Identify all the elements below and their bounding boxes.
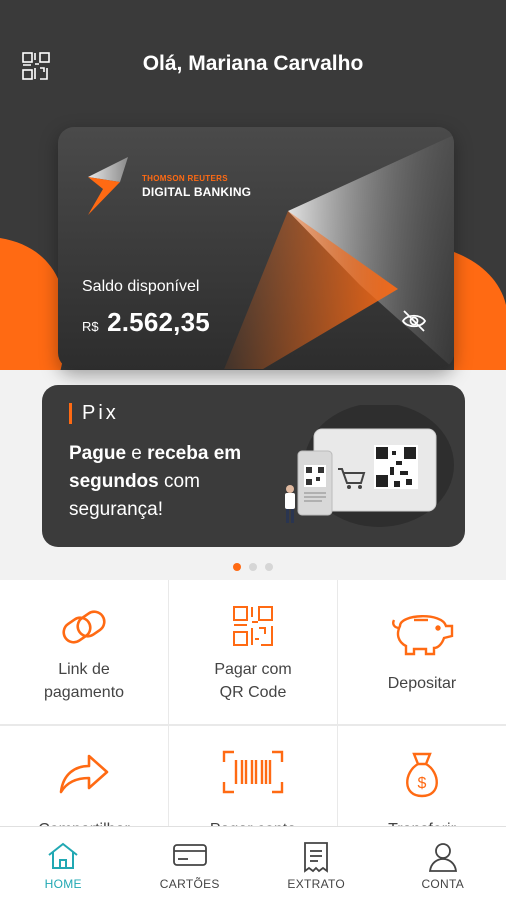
barcode-icon (222, 750, 284, 794)
pix-banner[interactable]: Pix Pague e receba em segundos com segur… (42, 385, 465, 547)
pix-text-regular-1: e (126, 443, 148, 464)
action-payment-link[interactable]: Link de pagamento (0, 580, 168, 724)
user-icon (428, 843, 457, 872)
bottom-navigation: HOME CARTÕES EXTRATO CONTA (0, 826, 506, 900)
pix-illustration-icon (285, 405, 454, 527)
carousel-indicator (0, 558, 506, 576)
home-icon (48, 842, 78, 869)
nav-statement[interactable]: EXTRATO (253, 827, 380, 900)
receipt-icon (304, 842, 329, 873)
pix-description: Pague e receba em segundos com segurança… (69, 440, 279, 524)
balance-amount: 2.562,35 (107, 307, 210, 337)
carousel-dot[interactable] (249, 563, 257, 571)
piggy-bank-icon (392, 615, 454, 656)
money-bag-icon: $ (406, 752, 438, 798)
qr-code-icon (233, 606, 273, 646)
currency-symbol: R$ (82, 319, 99, 334)
action-label: Depositar (387, 675, 457, 692)
share-arrow-icon (59, 754, 109, 794)
nav-account[interactable]: CONTA (380, 827, 506, 900)
nav-cards[interactable]: CARTÕES (127, 827, 254, 900)
balance-label: Saldo disponível (82, 278, 200, 295)
action-label: Link de pagamento (43, 661, 125, 701)
greeting-title: Olá, Mariana Carvalho (142, 52, 364, 75)
brand-subtitle: THOMSON REUTERS (142, 174, 228, 183)
carousel-dot[interactable] (233, 563, 241, 571)
nav-label: CARTÕES (159, 877, 220, 891)
hide-balance-icon[interactable] (400, 307, 428, 335)
nav-label: EXTRATO (287, 877, 346, 891)
pix-title: Pix (82, 402, 119, 424)
nav-home[interactable]: HOME (0, 827, 127, 900)
nav-label: CONTA (421, 877, 465, 891)
pix-accent-bar (69, 403, 72, 424)
action-deposit[interactable]: Depositar (338, 580, 506, 724)
carousel-dot[interactable] (265, 563, 273, 571)
balance-value: R$ 2.562,35 (82, 307, 210, 338)
nav-label: HOME (44, 877, 82, 891)
credit-card-icon (172, 844, 207, 866)
action-pay-qr[interactable]: Pagar com QR Code (169, 580, 337, 724)
pix-text-bold-1: Pague (69, 443, 127, 464)
action-label: Pagar com QR Code (214, 661, 292, 701)
brand-title: DIGITAL BANKING (142, 185, 252, 199)
actions-grid: Link de pagamento Pagar com QR Code Depo… (0, 580, 506, 870)
svg-text:$: $ (418, 775, 427, 792)
balance-card: THOMSON REUTERS DIGITAL BANKING Saldo di… (58, 127, 454, 369)
link-icon (62, 610, 106, 644)
